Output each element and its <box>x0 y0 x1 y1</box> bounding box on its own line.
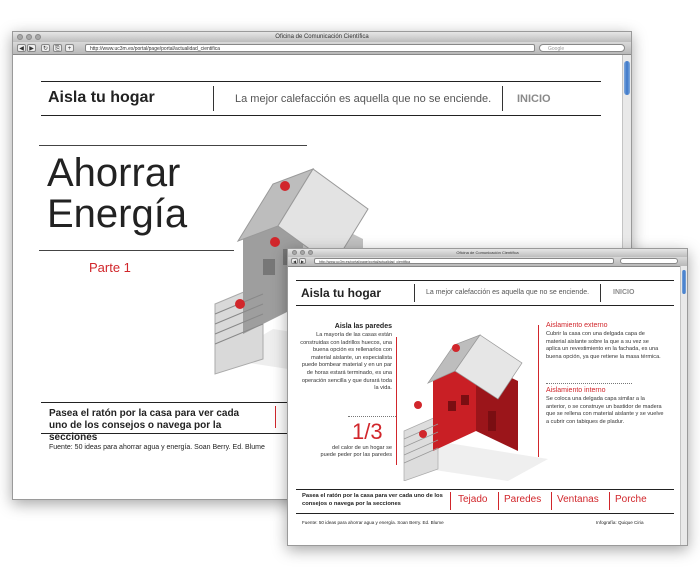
forward-arrow-icon[interactable]: ▶ <box>27 44 36 52</box>
zoom-window-button[interactable] <box>308 250 313 255</box>
reload-icon[interactable]: ↻ <box>41 44 50 52</box>
credit-note: Infografía: Quique Ciria <box>596 520 644 525</box>
bookmark-icon[interactable]: ⎘ <box>53 44 62 52</box>
header-bottom-rule <box>296 305 674 306</box>
minimize-window-button[interactable] <box>300 250 305 255</box>
internal-title: Aislamiento interno <box>546 387 606 394</box>
zoom-window-button[interactable] <box>35 34 41 40</box>
header-top-rule <box>296 280 674 281</box>
window-title: Oficina de Comunicación Científica <box>456 250 519 255</box>
add-bookmark-icon[interactable]: + <box>65 44 74 52</box>
back-toolbar: ◀ ▶ ↻ ⎘ + http://www.uc3m.es/portal/page… <box>13 42 631 55</box>
walls-text: La mayoría de las casas están construida… <box>300 332 392 392</box>
header-divider <box>502 86 503 111</box>
nav-porche[interactable]: Porche <box>615 494 647 505</box>
back-arrow-icon[interactable]: ◀ <box>17 44 26 52</box>
scrollbar-thumb[interactable] <box>682 270 686 294</box>
part-label: Parte 1 <box>89 260 131 275</box>
nav-paredes[interactable]: Paredes <box>504 494 541 505</box>
hotspot-marker[interactable] <box>235 299 245 309</box>
nav-divider <box>450 492 451 510</box>
close-window-button[interactable] <box>17 34 23 40</box>
front-toolbar: ◀ ▶ http://www.uc3m.es/portal/page/porta… <box>288 257 687 267</box>
front-scrollbar[interactable] <box>680 266 687 545</box>
nav-tejado[interactable]: Tejado <box>458 494 487 505</box>
search-input[interactable]: Google <box>539 44 625 52</box>
scrollbar-thumb[interactable] <box>624 61 630 95</box>
external-title: Aislamiento externo <box>546 322 608 329</box>
headline-rule <box>39 145 307 146</box>
stat-text: del calor de un hogar se puede peder por… <box>320 445 392 459</box>
nav-divider <box>498 492 499 510</box>
address-bar[interactable]: http://www.uc3m.es/portal/page/portal/ac… <box>85 44 535 52</box>
walls-title: Aisla las paredes <box>334 323 392 330</box>
header-divider <box>600 284 601 302</box>
address-bar[interactable]: http://www.uc3m.es/portal/page/portal/ac… <box>314 258 614 264</box>
hotspot-marker[interactable] <box>270 237 280 247</box>
source-note: Fuente: 50 ideas para ahorrar agua y ene… <box>49 444 265 451</box>
page-title: Aisla tu hogar <box>48 89 155 106</box>
header-divider <box>414 284 415 302</box>
front-browser-window: Oficina de Comunicación Científica ◀ ▶ h… <box>287 248 688 546</box>
nav-divider <box>551 492 552 510</box>
hotspot-marker[interactable] <box>419 430 427 438</box>
stat-value: 1/3 <box>352 419 383 444</box>
page-title: Aisla tu hogar <box>301 286 382 300</box>
left-accent-line <box>396 337 397 465</box>
forward-arrow-icon[interactable]: ▶ <box>299 258 306 264</box>
back-arrow-icon[interactable]: ◀ <box>291 258 298 264</box>
hotspot-marker[interactable] <box>280 181 290 191</box>
instructions: Pasea el ratón por la casa para ver cada… <box>302 493 443 507</box>
inicio-link[interactable]: INICIO <box>613 289 634 296</box>
nav-divider <box>609 492 610 510</box>
header-top-rule <box>41 81 601 82</box>
house-illustration[interactable] <box>398 331 548 481</box>
nav-ventanas[interactable]: Ventanas <box>557 494 599 505</box>
back-title-bar: Oficina de Comunicación Científica <box>13 32 631 42</box>
minimize-window-button[interactable] <box>26 34 32 40</box>
window-title: Oficina de Comunicación Científica <box>275 34 369 40</box>
footer-bottom-rule <box>296 513 674 514</box>
hotspot-marker[interactable] <box>414 401 422 409</box>
headline: Ahorrar Energía <box>47 153 187 235</box>
external-text: Cubrir la casa con una delgada capa de m… <box>546 331 661 360</box>
tagline: La mejor calefacción es aquella que no s… <box>235 93 492 105</box>
footer-top-rule <box>296 489 674 490</box>
walls-dotted-rule <box>348 416 396 417</box>
instructions: Pasea el ratón por la casa para ver cada… <box>49 408 240 443</box>
headline-line-1: Ahorrar <box>47 151 181 195</box>
nav-divider <box>275 406 276 428</box>
inicio-link[interactable]: INICIO <box>517 93 551 105</box>
search-input[interactable] <box>620 258 678 264</box>
source-note: Fuente: 50 ideas para ahorrar agua y ene… <box>302 520 444 525</box>
close-window-button[interactable] <box>292 250 297 255</box>
front-title-bar: Oficina de Comunicación Científica <box>288 249 687 257</box>
header-divider <box>213 86 214 111</box>
right-accent-line <box>538 325 539 457</box>
headline-line-2: Energía <box>47 192 188 236</box>
right-dotted-rule <box>546 383 632 384</box>
internal-text: Se coloca una delgada capa similar a la … <box>546 396 664 425</box>
tagline: La mejor calefacción es aquella que no s… <box>426 289 590 296</box>
hotspot-marker[interactable] <box>452 344 460 352</box>
header-bottom-rule <box>41 115 601 116</box>
